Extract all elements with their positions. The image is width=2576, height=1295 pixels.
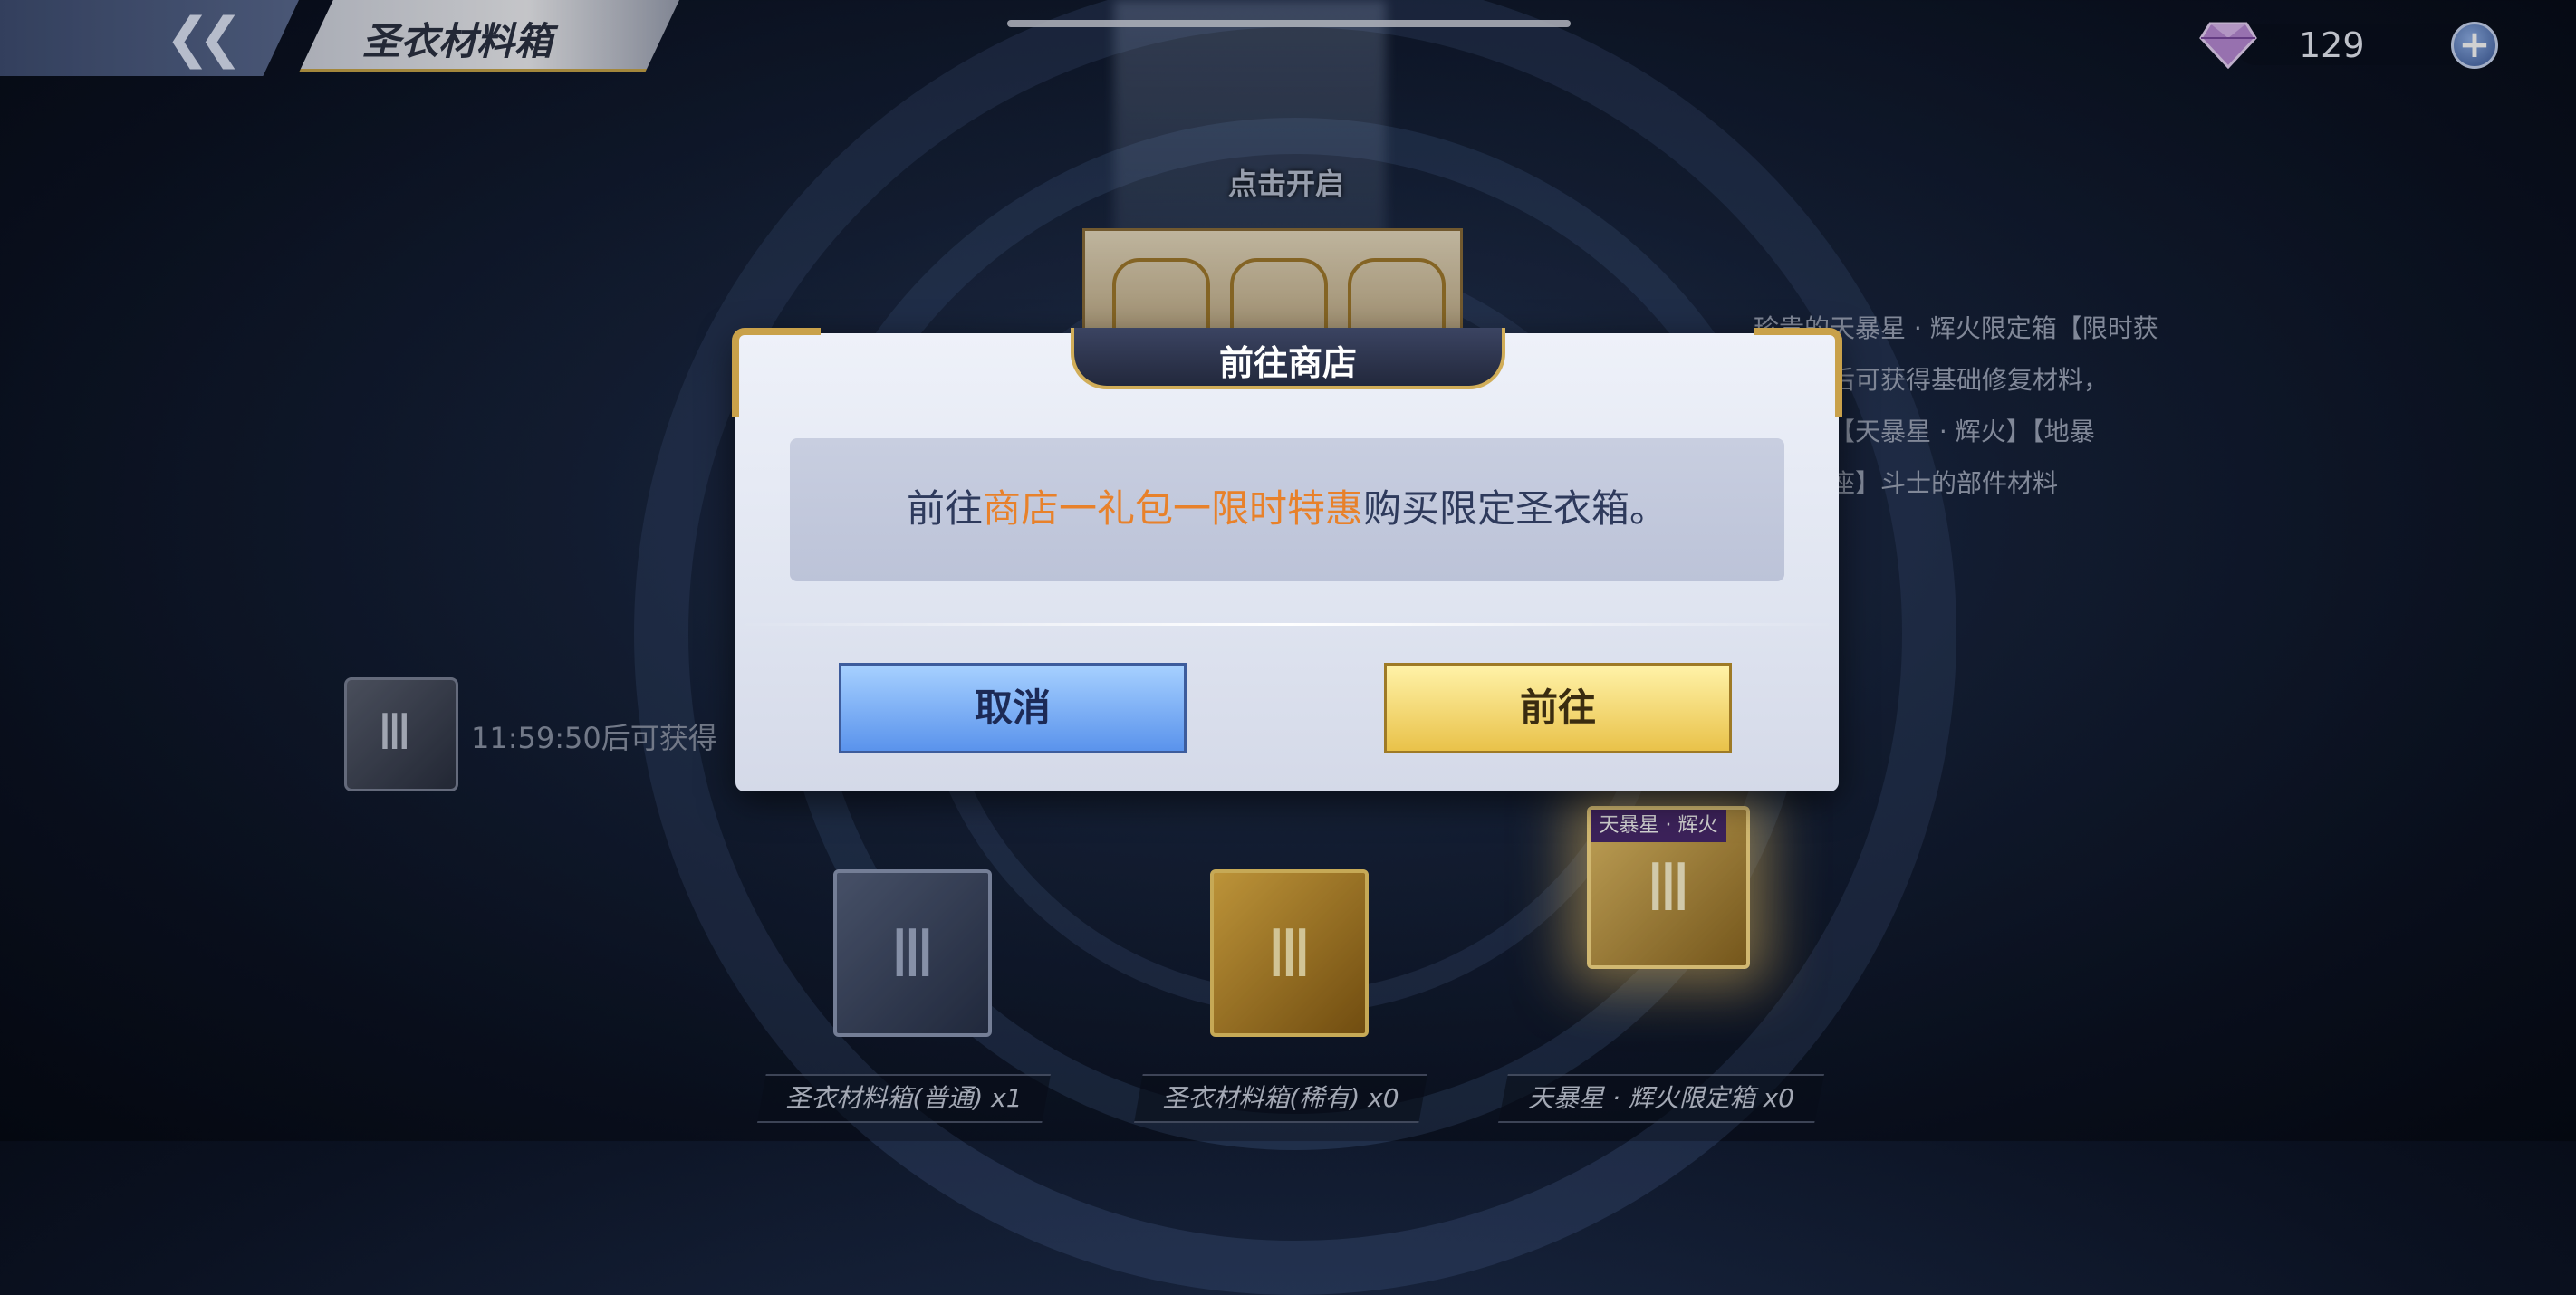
dialog-divider <box>735 623 1839 626</box>
goto-shop-dialog: 前往商店 前往商店一礼包一限时特惠购买限定圣衣箱。 取消 前往 <box>732 328 1842 791</box>
goto-button[interactable]: 前往 <box>1384 663 1732 753</box>
dialog-message-box: 前往商店一礼包一限时特惠购买限定圣衣箱。 <box>790 438 1784 581</box>
dialog-message: 前往商店一礼包一限时特惠购买限定圣衣箱。 <box>790 478 1784 533</box>
dialog-corner-ornament <box>732 328 821 417</box>
dialog-title: 前往商店 <box>1218 343 1357 383</box>
dialog-corner-ornament <box>1754 328 1842 417</box>
message-highlight: 商店一礼包一限时特惠 <box>982 486 1363 531</box>
cancel-button[interactable]: 取消 <box>839 663 1187 753</box>
message-suffix: 购买限定圣衣箱。 <box>1363 486 1668 531</box>
message-prefix: 前往 <box>906 486 983 531</box>
